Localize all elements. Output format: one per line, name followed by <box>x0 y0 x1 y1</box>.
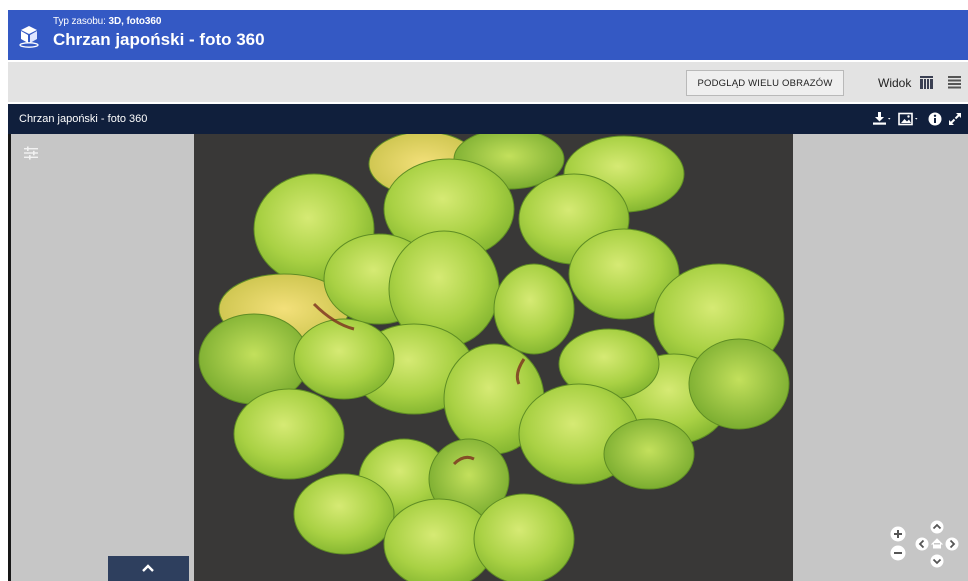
image-viewer[interactable] <box>8 134 968 581</box>
fullscreen-icon[interactable] <box>948 112 962 126</box>
plant-photo <box>194 134 793 581</box>
cube-icon <box>19 26 39 48</box>
list-view-icon[interactable] <box>948 76 961 89</box>
pan-down-icon[interactable] <box>930 554 944 568</box>
multi-image-preview-button[interactable]: PODGLĄD WIELU OBRAZÓW <box>686 70 844 96</box>
resource-type-value: 3D, foto360 <box>108 16 162 27</box>
zoom-in-icon[interactable] <box>890 526 906 542</box>
resource-type: Typ zasobu: 3D, foto360 <box>53 16 161 27</box>
viewer-title-bar: Chrzan japoński - foto 360 <box>8 104 968 134</box>
bottom-panel-toggle[interactable] <box>108 556 189 581</box>
resource-header: Typ zasobu: 3D, foto360 Chrzan japoński … <box>8 10 968 60</box>
image-menu-icon[interactable] <box>898 112 920 126</box>
zoom-out-icon[interactable] <box>890 545 906 561</box>
viewer-edge <box>8 134 11 581</box>
toolbar: PODGLĄD WIELU OBRAZÓW Widok <box>8 62 968 102</box>
pan-right-icon[interactable] <box>945 537 959 551</box>
home-icon[interactable] <box>930 537 944 551</box>
grid-view-icon[interactable] <box>920 76 933 89</box>
pan-up-icon[interactable] <box>930 520 944 534</box>
pan-controls <box>915 520 959 568</box>
adjust-icon[interactable] <box>23 145 39 161</box>
chevron-up-icon <box>142 564 154 572</box>
resource-type-label: Typ zasobu: <box>53 16 106 27</box>
page-title: Chrzan japoński - foto 360 <box>53 30 265 49</box>
view-label: Widok <box>878 76 912 90</box>
download-icon[interactable] <box>872 112 892 126</box>
info-icon[interactable] <box>928 112 942 126</box>
viewer-title: Chrzan japoński - foto 360 <box>19 113 148 125</box>
pan-left-icon[interactable] <box>915 537 929 551</box>
zoom-controls <box>890 526 906 561</box>
